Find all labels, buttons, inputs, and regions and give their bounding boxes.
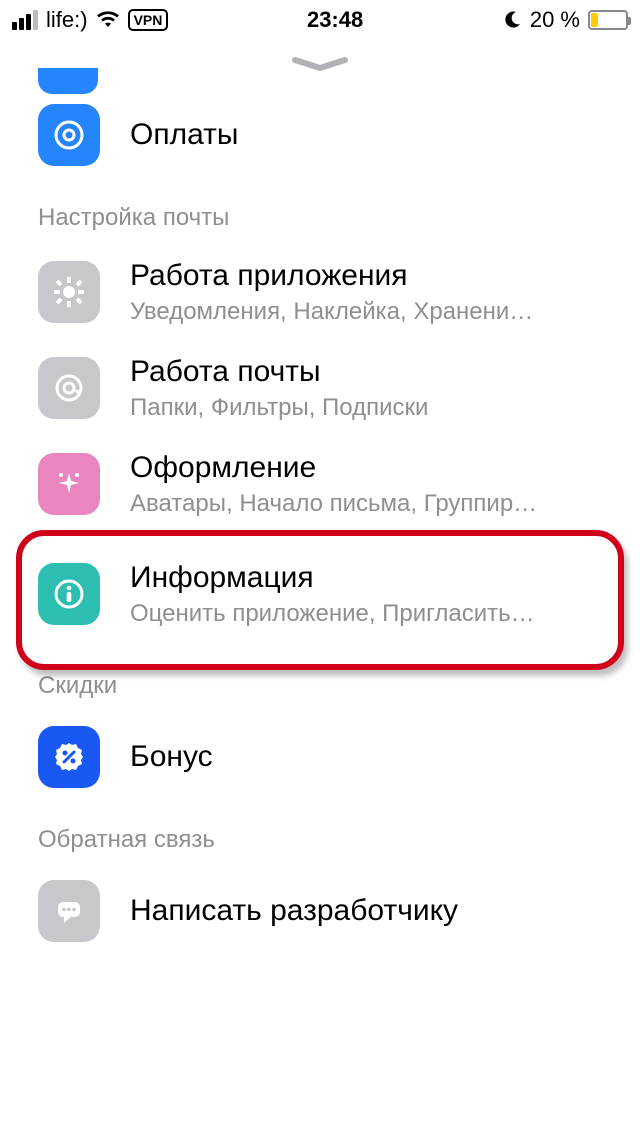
row-title: Информация bbox=[130, 560, 602, 596]
row-subtitle: Папки, Фильтры, Подписки bbox=[130, 394, 590, 422]
row-title: Оплаты bbox=[130, 117, 238, 153]
row-subtitle: Оценить приложение, Пригласить… bbox=[130, 600, 590, 628]
row-title: Работа приложения bbox=[130, 258, 602, 294]
payments-icon bbox=[38, 104, 100, 166]
signal-icon bbox=[12, 10, 38, 30]
clock: 23:48 bbox=[307, 7, 363, 33]
row-write-dev[interactable]: Написать разработчику bbox=[0, 866, 640, 956]
sparkle-icon bbox=[38, 453, 100, 515]
info-icon bbox=[38, 563, 100, 625]
battery-icon bbox=[588, 10, 628, 30]
row-title: Бонус bbox=[130, 739, 213, 775]
row-app-work[interactable]: Работа приложения Уведомления, Наклейка,… bbox=[0, 244, 640, 340]
row-mail-work[interactable]: Работа почты Папки, Фильтры, Подписки bbox=[0, 340, 640, 436]
status-bar: life:) VPN 23:48 20 % bbox=[0, 0, 640, 40]
section-discounts: Скидки bbox=[0, 656, 640, 712]
carrier-label: life:) bbox=[46, 7, 88, 33]
at-icon bbox=[38, 357, 100, 419]
battery-pct: 20 % bbox=[530, 7, 580, 33]
settings-list: Оплаты Настройка почты Работа приложения… bbox=[0, 90, 640, 996]
row-appearance[interactable]: Оформление Аватары, Начало письма, Групп… bbox=[0, 436, 640, 532]
section-mail-settings: Настройка почты bbox=[0, 180, 640, 244]
row-title: Работа почты bbox=[130, 354, 602, 390]
row-subtitle: Аватары, Начало письма, Группир… bbox=[130, 490, 590, 518]
row-bonus[interactable]: Бонус bbox=[0, 712, 640, 802]
row-title: Написать разработчику bbox=[130, 893, 458, 929]
logout-button[interactable]: Выйти из аккаунта bbox=[0, 956, 640, 996]
row-info[interactable]: Информация Оценить приложение, Пригласит… bbox=[0, 532, 640, 656]
moon-icon bbox=[502, 10, 522, 30]
row-title: Оформление bbox=[130, 450, 602, 486]
status-left: life:) VPN bbox=[12, 7, 168, 33]
row-payments[interactable]: Оплаты bbox=[0, 90, 640, 180]
chat-icon bbox=[38, 880, 100, 942]
row-subtitle: Уведомления, Наклейка, Хранени… bbox=[130, 298, 590, 326]
wifi-icon bbox=[96, 11, 120, 29]
status-right: 20 % bbox=[502, 7, 628, 33]
gear-icon bbox=[38, 261, 100, 323]
section-feedback: Обратная связь bbox=[0, 802, 640, 866]
percent-icon bbox=[38, 726, 100, 788]
vpn-badge: VPN bbox=[128, 9, 169, 31]
